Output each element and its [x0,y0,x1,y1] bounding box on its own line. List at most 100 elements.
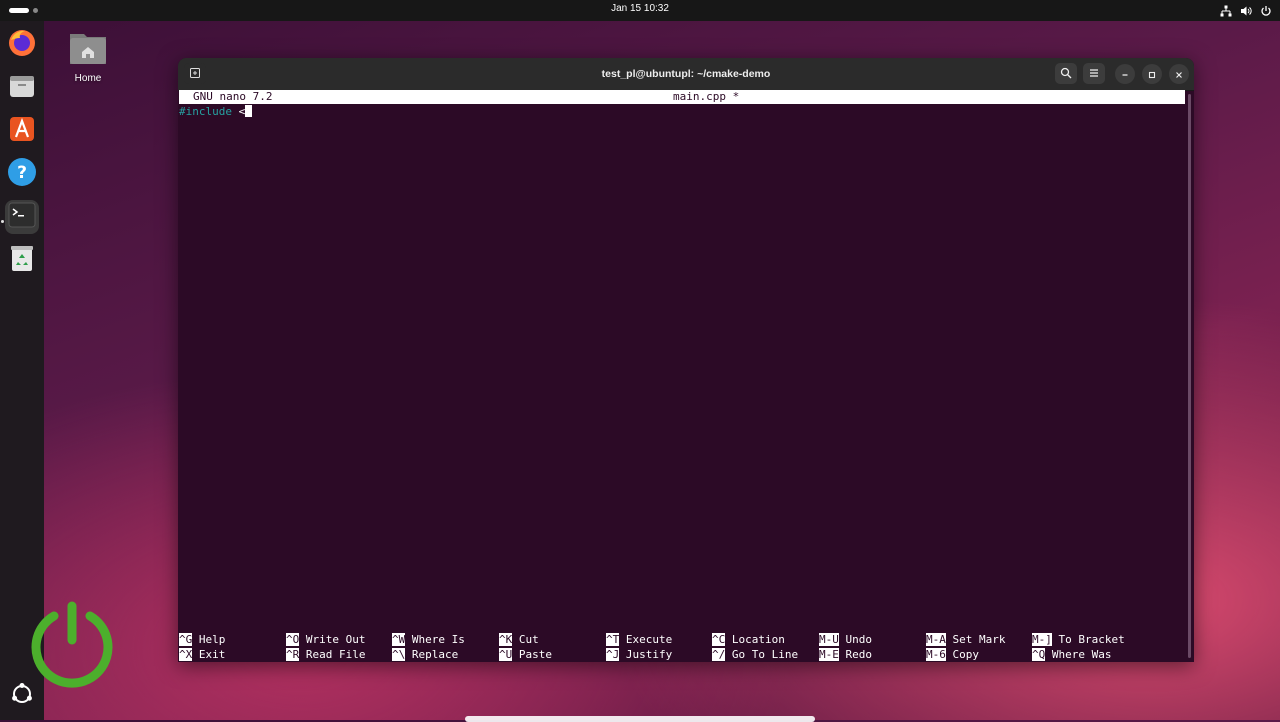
clock[interactable]: Jan 15 10:32 [0,3,1280,14]
dock-item-help[interactable]: ? [5,157,39,191]
shortcut-label: Location [731,633,785,646]
shortcut-label: Undo [845,633,873,646]
app-center-icon [7,114,37,148]
minimize-button[interactable] [1115,64,1135,84]
close-icon [1174,65,1184,84]
power-logo [28,600,116,692]
shortcut-key: ^T [606,633,620,646]
dock-item-firefox[interactable] [5,28,39,62]
shortcut-execute: ^T Execute [606,632,672,647]
shortcut-exit: ^X Exit [179,647,225,662]
maximize-button[interactable] [1142,64,1162,84]
shortcut-key: M-6 [926,648,946,661]
shortcut-label: Replace [411,648,459,661]
shortcut-key: ^R [286,648,300,661]
window-title: test_pl@ubuntupl: ~/cmake-demo [601,68,771,80]
line-text: < [231,105,246,118]
search-button[interactable] [1055,63,1077,84]
shortcut-copy: M-6 Copy [926,647,979,662]
maximize-icon [1147,65,1157,84]
shortcut-go-to-line: ^/ Go To Line [712,647,798,662]
shortcut-paste: ^U Paste [499,647,552,662]
search-icon [1060,64,1072,83]
shortcut-key: M-] [1032,633,1052,646]
shortcut-write-out: ^O Write Out [286,632,365,647]
menu-button[interactable] [1083,63,1105,84]
shortcut-label: To Bracket [1058,633,1125,646]
trash-icon [8,243,36,277]
editor-line[interactable]: #include < [179,105,253,119]
shortcut-label: Cut [518,633,539,646]
window-titlebar[interactable]: test_pl@ubuntupl: ~/cmake-demo [178,58,1194,91]
shortcut-key: ^\ [392,648,406,661]
shortcut-justify: ^J Justify [606,647,672,662]
terminal-window: test_pl@ubuntupl: ~/cmake-demo GNU nano … [178,58,1194,662]
shortcut-location: ^C Location [712,632,785,647]
terminal-content[interactable]: GNU nano 7.2 main.cpp * #include < ^G He… [178,90,1186,662]
shortcut-key: ^W [392,633,406,646]
nano-shortcut-bar: ^G Help ^O Write Out ^W Where Is ^K Cut ^T E… [179,632,1185,662]
shortcut-key: ^X [179,648,193,661]
shortcut-help: ^G Help [179,632,225,647]
shortcut-label: Exit [198,648,226,661]
nano-title-bar: GNU nano 7.2 main.cpp * [179,90,1185,104]
svg-text:?: ? [17,163,27,183]
shortcut-row: ^G Help ^O Write Out ^W Where Is ^K Cut ^T E… [179,632,1185,647]
shortcut-label: Set Mark [952,633,1006,646]
shortcut-key: M-E [819,648,839,661]
shortcut-where-is: ^W Where Is [392,632,465,647]
shortcut-label: Redo [845,648,873,661]
new-tab-button[interactable] [184,63,206,84]
shortcut-key: M-A [926,633,946,646]
shortcut-label: Execute [625,633,673,646]
network-icon [1220,5,1232,17]
shortcut-label: Where Was [1051,648,1112,661]
shortcut-label: Write Out [305,633,366,646]
preprocessor-directive: #include [179,105,232,118]
shortcut-row: ^X Exit ^R Read File ^\ Replace ^U Paste ^J … [179,647,1185,662]
volume-icon [1240,5,1252,17]
close-button[interactable] [1169,64,1189,84]
shortcut-key: M-U [819,633,839,646]
shortcut-cut: ^K Cut [499,632,539,647]
desktop-home-icon[interactable]: Home [66,30,110,84]
shortcut-label: Help [198,633,226,646]
shortcut-label: Paste [518,648,552,661]
desktop-home-label: Home [74,73,102,84]
shortcut-key: ^J [606,648,620,661]
power-icon [1260,5,1272,17]
dock-item-trash[interactable] [5,243,39,277]
dock-item-terminal[interactable] [5,200,39,234]
nano-version: GNU nano 7.2 [193,90,273,103]
files-icon [7,71,37,105]
home-folder-icon [68,34,108,70]
firefox-icon [7,28,37,62]
nano-filename: main.cpp * [673,90,740,103]
shortcut-key: ^C [712,633,726,646]
shortcut-label: Copy [952,648,980,661]
terminal-icon [8,202,36,232]
shortcut-label: Go To Line [731,648,799,661]
shortcut-key: ^O [286,633,300,646]
shortcut-to-bracket: M-] To Bracket [1032,632,1125,647]
shortcut-label: Where Is [411,633,465,646]
shortcut-set-mark: M-A Set Mark [926,632,1005,647]
new-tab-icon [189,64,201,83]
help-icon: ? [7,157,37,191]
dock-item-app-center[interactable] [5,114,39,148]
terminal-scrollbar[interactable] [1188,94,1191,658]
shortcut-key: ^K [499,633,513,646]
workspace-handle[interactable] [465,716,815,722]
shortcut-replace: ^\ Replace [392,647,458,662]
shortcut-key: ^/ [712,648,726,661]
running-indicator [1,220,4,223]
shortcut-key: ^Q [1032,648,1046,661]
dock-item-files[interactable] [5,71,39,105]
top-bar: Jan 15 10:32 [0,0,1280,21]
shortcut-redo: M-E Redo [819,647,872,662]
system-status-area[interactable] [1220,2,1272,19]
shortcut-label: Justify [625,648,673,661]
shortcut-read-file: ^R Read File [286,647,365,662]
shortcut-key: ^U [499,648,513,661]
text-cursor [245,105,253,117]
